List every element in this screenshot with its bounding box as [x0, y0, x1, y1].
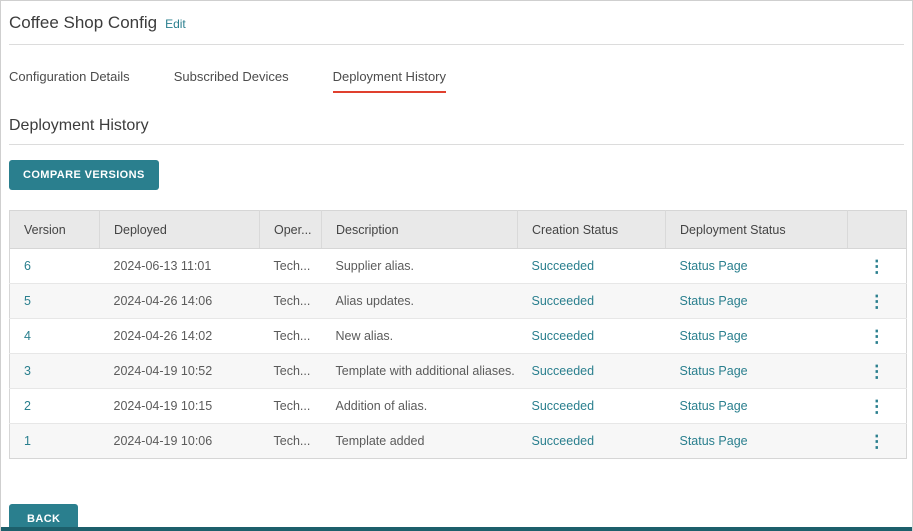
version-link[interactable]: 2 — [24, 399, 31, 413]
header-divider — [9, 44, 904, 45]
description-cell: New alias. — [322, 319, 518, 354]
creation-status: Succeeded — [518, 354, 666, 389]
table-row: 6 2024-06-13 11:01 Tech... Supplier alia… — [10, 249, 907, 284]
column-header-operator: Oper... — [260, 211, 322, 249]
table-header-row: Version Deployed Oper... Description Cre… — [10, 211, 907, 249]
column-header-creation-status: Creation Status — [518, 211, 666, 249]
creation-status: Succeeded — [518, 249, 666, 284]
status-page-link[interactable]: Status Page — [680, 329, 748, 343]
deployment-history-table: Version Deployed Oper... Description Cre… — [9, 210, 907, 459]
tab-configuration-details[interactable]: Configuration Details — [9, 69, 130, 93]
kebab-menu-icon[interactable]: ⋮ — [848, 328, 907, 345]
creation-status: Succeeded — [518, 424, 666, 459]
deployed-cell: 2024-04-19 10:52 — [100, 354, 260, 389]
description-cell: Addition of alias. — [322, 389, 518, 424]
operator-cell: Tech... — [260, 389, 322, 424]
deployment-history-page: Coffee Shop Config Edit Configuration De… — [1, 1, 912, 531]
version-link[interactable]: 6 — [24, 259, 31, 273]
kebab-menu-icon[interactable]: ⋮ — [848, 293, 907, 310]
page-header: Coffee Shop Config Edit — [9, 13, 904, 33]
column-header-actions — [848, 211, 907, 249]
operator-cell: Tech... — [260, 284, 322, 319]
creation-status: Succeeded — [518, 389, 666, 424]
version-link[interactable]: 3 — [24, 364, 31, 378]
description-cell: Supplier alias. — [322, 249, 518, 284]
section-divider — [9, 144, 904, 145]
tab-subscribed-devices[interactable]: Subscribed Devices — [174, 69, 289, 93]
tab-bar: Configuration Details Subscribed Devices… — [9, 69, 904, 93]
status-page-link[interactable]: Status Page — [680, 434, 748, 448]
deployed-cell: 2024-04-26 14:02 — [100, 319, 260, 354]
tab-deployment-history[interactable]: Deployment History — [333, 69, 446, 93]
operator-cell: Tech... — [260, 424, 322, 459]
column-header-version: Version — [10, 211, 100, 249]
deployed-cell: 2024-06-13 11:01 — [100, 249, 260, 284]
section-title: Deployment History — [9, 117, 904, 135]
version-link[interactable]: 5 — [24, 294, 31, 308]
status-page-link[interactable]: Status Page — [680, 399, 748, 413]
creation-status: Succeeded — [518, 284, 666, 319]
version-link[interactable]: 1 — [24, 434, 31, 448]
version-link[interactable]: 4 — [24, 329, 31, 343]
table-row: 5 2024-04-26 14:06 Tech... Alias updates… — [10, 284, 907, 319]
column-header-deployed: Deployed — [100, 211, 260, 249]
kebab-menu-icon[interactable]: ⋮ — [848, 363, 907, 380]
column-header-description: Description — [322, 211, 518, 249]
deployed-cell: 2024-04-26 14:06 — [100, 284, 260, 319]
creation-status: Succeeded — [518, 319, 666, 354]
table-row: 2 2024-04-19 10:15 Tech... Addition of a… — [10, 389, 907, 424]
table-row: 4 2024-04-26 14:02 Tech... New alias. Su… — [10, 319, 907, 354]
status-page-link[interactable]: Status Page — [680, 259, 748, 273]
description-cell: Alias updates. — [322, 284, 518, 319]
description-cell: Template added — [322, 424, 518, 459]
edit-link[interactable]: Edit — [165, 17, 186, 31]
table-row: 3 2024-04-19 10:52 Tech... Template with… — [10, 354, 907, 389]
kebab-menu-icon[interactable]: ⋮ — [848, 258, 907, 275]
page-title: Coffee Shop Config — [9, 13, 157, 33]
compare-versions-button[interactable]: COMPARE VERSIONS — [9, 160, 159, 190]
table-row: 1 2024-04-19 10:06 Tech... Template adde… — [10, 424, 907, 459]
status-page-link[interactable]: Status Page — [680, 364, 748, 378]
description-cell: Template with additional aliases. — [322, 354, 518, 389]
deployed-cell: 2024-04-19 10:15 — [100, 389, 260, 424]
status-page-link[interactable]: Status Page — [680, 294, 748, 308]
operator-cell: Tech... — [260, 319, 322, 354]
bottom-accent-bar — [1, 527, 912, 531]
kebab-menu-icon[interactable]: ⋮ — [848, 433, 907, 450]
column-header-deployment-status: Deployment Status — [666, 211, 848, 249]
operator-cell: Tech... — [260, 249, 322, 284]
kebab-menu-icon[interactable]: ⋮ — [848, 398, 907, 415]
deployed-cell: 2024-04-19 10:06 — [100, 424, 260, 459]
operator-cell: Tech... — [260, 354, 322, 389]
